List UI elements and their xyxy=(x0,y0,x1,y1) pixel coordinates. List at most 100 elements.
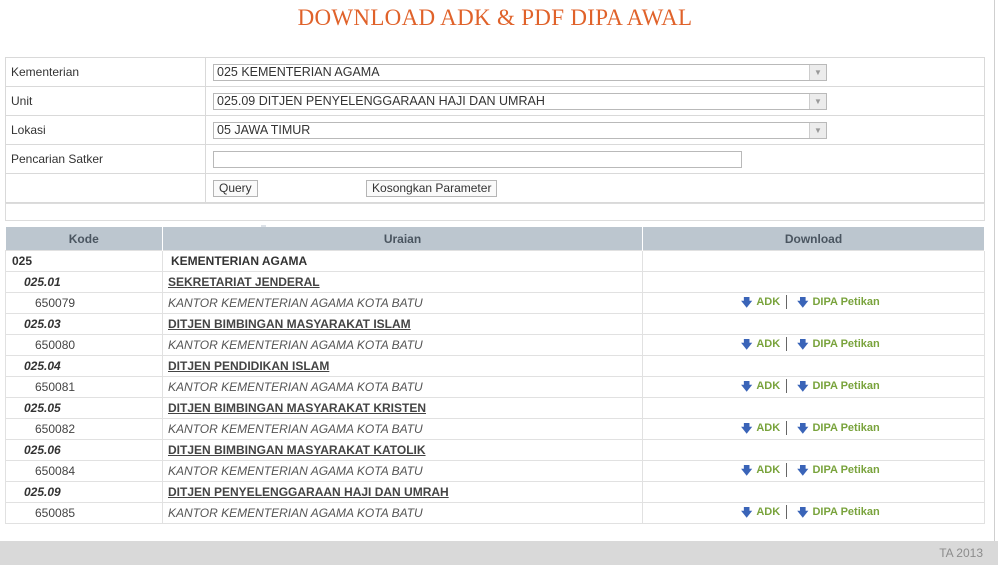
cell-kode: 025.01 xyxy=(5,271,163,293)
cell-uraian-link[interactable]: DITJEN PENDIDIKAN ISLAM xyxy=(162,355,643,377)
cell-kode: 025 xyxy=(5,250,163,272)
form-row-actions: Query Kosongkan Parameter xyxy=(5,173,985,203)
column-header-download[interactable]: Download xyxy=(642,227,985,251)
cell-download xyxy=(642,271,985,293)
down-arrow-icon: 🡇 xyxy=(797,380,809,393)
cell-kode: 650085 xyxy=(5,502,163,524)
column-header-kode[interactable]: Kode xyxy=(5,227,163,251)
kementerian-select[interactable]: 025 KEMENTERIAN AGAMA ▼ xyxy=(213,63,827,81)
chevron-down-icon[interactable]: ▼ xyxy=(809,93,826,109)
dipa-petikan-download-link[interactable]: 🡇 DIPA Petikan xyxy=(797,421,880,435)
page-title: DOWNLOAD ADK & PDF DIPA AWAL xyxy=(297,5,693,30)
link-divider xyxy=(786,295,788,310)
lokasi-select[interactable]: 05 JAWA TIMUR ▼ xyxy=(213,121,827,139)
cell-uraian-link[interactable]: DITJEN BIMBINGAN MASYARAKAT KRISTEN xyxy=(162,397,643,419)
table-row: 650079 KANTOR KEMENTERIAN AGAMA KOTA BATU… xyxy=(5,292,985,314)
kementerian-select-value: 025 KEMENTERIAN AGAMA xyxy=(217,64,380,79)
satker-search-input[interactable] xyxy=(213,150,742,168)
table-row: 650082 KANTOR KEMENTERIAN AGAMA KOTA BATU… xyxy=(5,418,985,440)
reset-parameter-button[interactable]: Kosongkan Parameter xyxy=(366,179,498,197)
link-divider xyxy=(786,505,788,520)
grid-header-row: Kode Uraian Download xyxy=(5,227,985,251)
link-divider xyxy=(786,379,788,394)
satker-label: Pencarian Satker xyxy=(5,144,206,174)
table-row: 650084 KANTOR KEMENTERIAN AGAMA KOTA BATU… xyxy=(5,460,985,482)
dipa-petikan-download-link[interactable]: 🡇 DIPA Petikan xyxy=(797,463,880,477)
lokasi-select-value: 05 JAWA TIMUR xyxy=(217,122,311,137)
cell-download xyxy=(642,397,985,419)
adk-download-link[interactable]: 🡇 ADK xyxy=(741,379,780,392)
unit-select[interactable]: 025.09 DITJEN PENYELENGGARAAN HAJI DAN U… xyxy=(213,92,827,110)
cell-download: 🡇 ADK 🡇 DIPA Petikan xyxy=(642,418,985,440)
cell-kode: 650084 xyxy=(5,460,163,482)
cell-uraian-link[interactable]: SEKRETARIAT JENDERAL xyxy=(162,271,643,293)
adk-download-link[interactable]: 🡇 ADK xyxy=(741,421,781,435)
adk-download-link[interactable]: 🡇 ADK xyxy=(741,337,781,351)
cell-kode: 025.04 xyxy=(5,355,163,377)
dipa-link-label: DIPA Petikan xyxy=(812,296,880,309)
chevron-down-icon[interactable]: ▼ xyxy=(809,64,826,80)
cell-download xyxy=(642,355,985,377)
cell-kode: 650082 xyxy=(5,418,163,440)
cell-kode: 025.05 xyxy=(5,397,163,419)
down-arrow-icon: 🡇 xyxy=(797,464,809,477)
cell-uraian: KANTOR KEMENTERIAN AGAMA KOTA BATU xyxy=(162,502,643,524)
adk-download-link[interactable]: 🡇 ADK xyxy=(741,295,780,309)
cell-uraian: KANTOR KEMENTERIAN AGAMA KOTA BATU xyxy=(162,418,643,440)
kementerian-label: Kementerian xyxy=(5,57,206,87)
table-row: 025 KEMENTERIAN AGAMA xyxy=(5,250,985,272)
table-row: 025.01 SEKRETARIAT JENDERAL xyxy=(5,271,985,293)
down-arrow-icon: 🡇 xyxy=(797,296,809,309)
down-arrow-icon: 🡇 xyxy=(741,464,753,477)
dipa-petikan-download-link[interactable]: 🡇 DIPA Petikan xyxy=(797,505,880,518)
link-divider xyxy=(786,421,788,436)
cell-download xyxy=(642,250,985,272)
dipa-link-label: DIPA Petikan xyxy=(812,422,880,435)
result-grid: Kode Uraian Download 025 KEMENTERIAN AGAM… xyxy=(5,227,985,524)
down-arrow-icon: 🡇 xyxy=(741,296,753,309)
form-row-kementerian: Kementerian 025 KEMENTERIAN AGAMA ▼ xyxy=(5,57,985,87)
footer-bar: TA 2013 xyxy=(0,541,998,565)
cell-uraian-link[interactable]: DITJEN PENYELENGGARAAN HAJI DAN UMRAH xyxy=(162,481,643,503)
table-row: 025.04 DITJEN PENDIDIKAN ISLAM xyxy=(5,355,985,377)
cell-kode: 650081 xyxy=(5,376,163,398)
adk-download-link[interactable]: 🡇 ADK xyxy=(741,463,781,477)
link-divider xyxy=(786,337,788,352)
chevron-down-icon[interactable]: ▼ xyxy=(809,122,826,138)
dipa-link-label: DIPA Petikan xyxy=(812,464,880,477)
table-row: 650081 KANTOR KEMENTERIAN AGAMA KOTA BATU… xyxy=(5,376,985,398)
cell-download: 🡇 ADK 🡇 DIPA Petikan xyxy=(642,334,985,356)
cell-uraian: KANTOR KEMENTERIAN AGAMA KOTA BATU xyxy=(162,292,643,314)
cell-uraian: KANTOR KEMENTERIAN AGAMA KOTA BATU xyxy=(162,376,643,398)
unit-label: Unit xyxy=(5,86,206,116)
column-header-uraian[interactable]: Uraian xyxy=(162,227,643,251)
down-arrow-icon: 🡇 xyxy=(741,506,753,519)
dipa-petikan-download-link[interactable]: 🡇 DIPA Petikan xyxy=(797,295,880,309)
table-row: 025.05 DITJEN BIMBINGAN MASYARAKAT KRISTE… xyxy=(5,397,985,419)
cell-download: 🡇 ADK 🡇 DIPA Petikan xyxy=(642,376,985,398)
query-button[interactable]: Query xyxy=(213,179,258,197)
dipa-petikan-download-link[interactable]: 🡇 DIPA Petikan xyxy=(797,379,880,393)
cell-kode: 025.06 xyxy=(5,439,163,461)
adk-link-label: ADK xyxy=(756,422,781,435)
adk-link-label: ADK xyxy=(756,338,781,351)
lokasi-label: Lokasi xyxy=(5,115,206,145)
down-arrow-icon: 🡇 xyxy=(797,422,809,435)
cell-kode: 025.09 xyxy=(5,481,163,503)
dipa-link-label: DIPA Petikan xyxy=(812,380,880,393)
cell-uraian-link[interactable]: DITJEN BIMBINGAN MASYARAKAT ISLAM xyxy=(162,313,643,335)
dipa-petikan-download-link[interactable]: 🡇 DIPA Petikan xyxy=(797,337,880,351)
down-arrow-icon: 🡇 xyxy=(741,338,753,351)
cell-kode: 650080 xyxy=(5,334,163,356)
table-row: 025.03 DITJEN BIMBINGAN MASYARAKAT ISLAM xyxy=(5,313,985,335)
down-arrow-icon: 🡇 xyxy=(797,338,809,351)
adk-download-link[interactable]: 🡇 ADK xyxy=(741,505,780,519)
table-row: 025.09 DITJEN PENYELENGGARAAN HAJI DAN UM… xyxy=(5,481,985,503)
dipa-link-label: DIPA Petikan xyxy=(812,338,880,351)
fiscal-year-label: TA 2013 xyxy=(939,546,983,560)
adk-link-label: ADK xyxy=(756,464,781,477)
cell-uraian-link[interactable]: DITJEN BIMBINGAN MASYARAKAT KATOLIK xyxy=(162,439,643,461)
unit-select-value: 025.09 DITJEN PENYELENGGARAAN HAJI DAN U… xyxy=(217,93,545,108)
cell-download: 🡇 ADK 🡇 DIPA Petikan xyxy=(642,502,985,524)
cell-download xyxy=(642,481,985,503)
